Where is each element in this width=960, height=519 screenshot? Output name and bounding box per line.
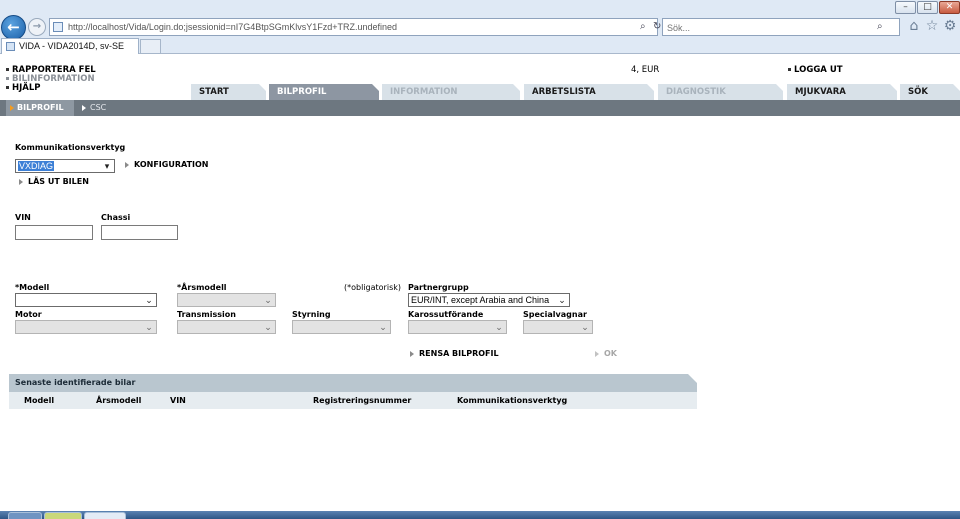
- chevron-down-icon: ⌄: [495, 322, 503, 332]
- chevron-down-icon: ⌄: [264, 322, 272, 332]
- column-header-modell[interactable]: Modell: [24, 396, 54, 405]
- ok-button: OK: [595, 349, 617, 358]
- bullet-icon: [6, 77, 9, 80]
- column-header-arsmodell[interactable]: Årsmodell: [96, 396, 141, 405]
- arsmodell-label: *Årsmodell: [177, 283, 227, 292]
- komm-select[interactable]: VXDIAG ▾: [15, 159, 115, 173]
- home-icon[interactable]: ⌂: [906, 18, 922, 34]
- komm-select-value: VXDIAG: [18, 161, 55, 171]
- chevron-down-icon: ⌄: [145, 322, 153, 332]
- chevron-down-icon: ⌄: [264, 295, 272, 305]
- chevron-down-icon: ⌄: [558, 295, 566, 305]
- arrow-right-icon: [595, 350, 599, 357]
- chevron-down-icon: ⌄: [145, 295, 153, 305]
- os-taskbar: [0, 511, 960, 519]
- maximize-button[interactable]: □: [917, 1, 938, 14]
- specialvagnar-label: Specialvagnar: [523, 310, 587, 319]
- minimize-button[interactable]: –: [895, 1, 916, 14]
- column-header-vin[interactable]: VIN: [170, 396, 186, 405]
- partnergrupp-label: Partnergrupp: [408, 283, 469, 292]
- arrow-right-icon: [19, 178, 23, 185]
- transmission-select: ⌄: [177, 320, 276, 334]
- taskbar-item[interactable]: [44, 512, 82, 519]
- rensa-bilprofil-button[interactable]: RENSA BILPROFIL: [410, 349, 499, 358]
- arsmodell-select: ⌄: [177, 293, 276, 307]
- subtab-bilprofil[interactable]: BILPROFIL: [6, 100, 74, 116]
- bullet-icon: [6, 86, 9, 89]
- vin-input[interactable]: [15, 225, 93, 240]
- active-marker-icon: [10, 104, 14, 111]
- browser-search-box[interactable]: ⌕: [662, 18, 900, 36]
- bullet-icon: [6, 68, 9, 71]
- browser-chrome: – □ ✕ ← → http://localhost/Vida/Login.do…: [0, 0, 960, 54]
- chevron-down-icon: ⌄: [581, 322, 589, 332]
- logout-link[interactable]: LOGGA UT: [788, 65, 843, 75]
- settings-icon[interactable]: ⚙: [942, 18, 958, 34]
- hjalp-link[interactable]: HJÄLP: [6, 83, 41, 93]
- recent-cars-title: Senaste identifierade bilar: [15, 378, 136, 387]
- arrow-right-icon: [410, 350, 414, 357]
- tab-favicon-icon: [6, 42, 15, 51]
- browser-search-input[interactable]: [667, 21, 867, 34]
- motor-select: ⌄: [15, 320, 157, 334]
- new-tab-button[interactable]: [140, 39, 161, 54]
- chassi-input[interactable]: [101, 225, 178, 240]
- arrow-right-icon: [125, 161, 129, 168]
- address-url[interactable]: http://localhost/Vida/Login.do;jsessioni…: [68, 22, 397, 32]
- chevron-down-icon: ⌄: [379, 322, 387, 332]
- modell-label: *Modell: [15, 283, 50, 292]
- subtab-csc[interactable]: CSC: [82, 100, 106, 116]
- column-header-registreringsnummer[interactable]: Registreringsnummer: [313, 396, 411, 405]
- konfiguration-link[interactable]: KONFIGURATION: [125, 160, 209, 169]
- tab-start[interactable]: START: [191, 84, 267, 100]
- sub-navigation: BILPROFIL CSC: [0, 100, 960, 116]
- column-header-kommunikationsverktyg[interactable]: Kommunikationsverktyg: [457, 396, 567, 405]
- tab-bilprofil[interactable]: BILPROFIL: [269, 84, 380, 100]
- arrow-right-icon: [82, 104, 86, 111]
- tab-information: INFORMATION: [382, 84, 521, 100]
- recent-cars-titlebar: Senaste identifierade bilar: [9, 374, 697, 392]
- address-bar[interactable]: http://localhost/Vida/Login.do;jsessioni…: [49, 18, 661, 36]
- back-button[interactable]: ←: [1, 15, 26, 40]
- page-icon: [53, 22, 63, 32]
- browser-tabstrip: VIDA - VIDA2014D, sv-SE: [0, 38, 960, 54]
- address-search-icon[interactable]: ⌕: [640, 21, 646, 32]
- tab-arbetslista[interactable]: ARBETSLISTA: [524, 84, 655, 100]
- styrning-select: ⌄: [292, 320, 391, 334]
- modell-select[interactable]: ⌄: [15, 293, 157, 307]
- styrning-label: Styrning: [292, 310, 331, 319]
- tab-sok[interactable]: SÖK: [900, 84, 960, 100]
- recent-cars-header-row: Modell Årsmodell VIN Registreringsnummer…: [9, 392, 697, 409]
- browser-tab-title: VIDA - VIDA2014D, sv-SE: [19, 41, 125, 51]
- taskbar-item[interactable]: [84, 512, 126, 519]
- browser-tab[interactable]: VIDA - VIDA2014D, sv-SE: [1, 38, 139, 54]
- search-icon[interactable]: ⌕: [877, 21, 883, 32]
- partnergrupp-select[interactable]: EUR/INT, except Arabia and China ⌄: [408, 293, 570, 307]
- cart-info: 4, EUR: [631, 65, 660, 75]
- motor-label: Motor: [15, 310, 42, 319]
- chassi-label: Chassi: [101, 213, 131, 222]
- transmission-label: Transmission: [177, 310, 236, 319]
- vin-label: VIN: [15, 213, 31, 222]
- karossutforande-select: ⌄: [408, 320, 507, 334]
- refresh-icon[interactable]: ↻: [653, 21, 661, 32]
- specialvagnar-select: ⌄: [523, 320, 593, 334]
- partnergrupp-value: EUR/INT, except Arabia and China: [411, 295, 550, 305]
- required-hint: (*obligatorisk): [344, 283, 401, 292]
- chevron-down-icon: ▾: [104, 161, 110, 171]
- forward-button[interactable]: →: [28, 18, 46, 36]
- karossutforande-label: Karossutförande: [408, 310, 484, 319]
- start-button[interactable]: [8, 512, 42, 519]
- favorites-icon[interactable]: ☆: [924, 18, 940, 34]
- close-button[interactable]: ✕: [939, 1, 960, 14]
- komm-label: Kommunikationsverktyg: [15, 143, 126, 152]
- bullet-icon: [788, 68, 791, 71]
- las-ut-bilen-link[interactable]: LÄS UT BILEN: [19, 177, 89, 186]
- tab-diagnostik: DIAGNOSTIK: [658, 84, 784, 100]
- tab-mjukvara[interactable]: MJUKVARA: [787, 84, 898, 100]
- recent-cars-panel: Senaste identifierade bilar Modell Årsmo…: [9, 374, 697, 409]
